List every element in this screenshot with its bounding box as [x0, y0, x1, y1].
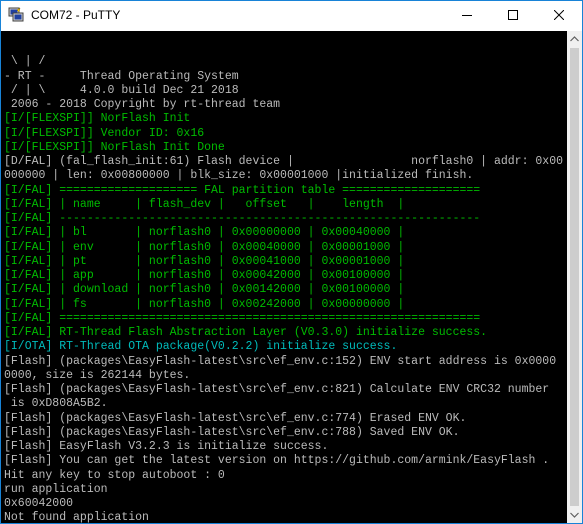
terminal-line: [Flash] (packages\EasyFlash-latest\src\e…: [4, 354, 557, 368]
terminal-line: [I/FAL] | pt | norflash0 | 0x00041000 | …: [4, 254, 405, 268]
terminal-line: [I/FAL] | download | norflash0 | 0x00142…: [4, 283, 405, 297]
terminal-line: [I/FAL] ==================== FAL partiti…: [4, 183, 481, 197]
terminal-area[interactable]: \ | / - RT - Thread Operating System / | …: [1, 31, 567, 523]
maximize-icon: [508, 7, 518, 25]
terminal-line: [Flash] You can get the latest version o…: [4, 454, 550, 468]
terminal-line: 0000, size is 262144 bytes.: [4, 368, 191, 382]
terminal-line: / | \ 4.0.0 build Dec 21 2018: [4, 83, 239, 97]
vertical-scrollbar[interactable]: [567, 31, 582, 523]
terminal-line: Not found application: [4, 511, 149, 523]
terminal-line: [Flash] (packages\EasyFlash-latest\src\e…: [4, 411, 467, 425]
terminal-line: 0x60042000: [4, 497, 74, 510]
terminal-line: [I/[FLEXSPI]] NorFlash Init Done: [4, 140, 225, 154]
putty-window: COM72 - PuTTY \ | / - RT - Thread Operati…: [0, 0, 583, 524]
minimize-icon: [462, 7, 472, 25]
terminal-line: [I/FAL] RT-Thread Flash Abstraction Laye…: [4, 326, 488, 339]
title-bar[interactable]: COM72 - PuTTY: [1, 1, 582, 31]
terminal-line: 000000 | len: 0x00800000 | blk_size: 0x0…: [4, 169, 474, 183]
scrollbar-thumb[interactable]: [570, 48, 579, 506]
terminal-line: [Flash] EasyFlash V3.2.3 is initialize s…: [4, 440, 329, 453]
terminal-line: Hit any key to stop autoboot : 0: [4, 468, 225, 482]
close-button[interactable]: [536, 1, 582, 31]
terminal-line: 2006 - 2018 Copyright by rt-thread team: [4, 98, 281, 111]
terminal-line: is 0xD808A5B2.: [4, 397, 108, 411]
terminal-line: [I/FAL] | bl | norflash0 | 0x00000000 | …: [4, 226, 405, 240]
terminal-line: [D/FAL] (fal_flash_init:61) Flash device…: [4, 155, 563, 168]
terminal-line: run application: [4, 482, 108, 496]
terminal-line: [I/OTA] RT-Thread OTA package(V0.2.2) in…: [4, 340, 398, 354]
terminal-line: - RT - Thread Operating System: [4, 69, 239, 83]
terminal-line: \ | /: [4, 55, 46, 69]
terminal-line: [I/FAL] | app | norflash0 | 0x00042000 |…: [4, 269, 405, 282]
close-icon: [553, 7, 565, 25]
scroll-down-arrow-icon[interactable]: [567, 506, 582, 523]
putty-computer-icon[interactable]: [8, 7, 24, 23]
maximize-button[interactable]: [490, 1, 536, 31]
terminal-line: [I/FAL] | fs | norflash0 | 0x00242000 | …: [4, 297, 405, 311]
terminal-line: [I/[FLEXSPI]] NorFlash Init: [4, 112, 191, 126]
minimize-button[interactable]: [444, 1, 490, 31]
terminal-line: [I/[FLEXSPI]] Vendor ID: 0x16: [4, 126, 205, 140]
terminal-output: \ | / - RT - Thread Operating System / | …: [4, 41, 563, 523]
terminal-line: [I/FAL] --------------------------------…: [4, 212, 481, 225]
terminal-line: [I/FAL] | name | flash_dev | offset | le…: [4, 197, 405, 211]
terminal-line: [I/FAL] ================================…: [4, 311, 481, 325]
scroll-up-arrow-icon[interactable]: [567, 31, 582, 48]
window-title: COM72 - PuTTY: [31, 8, 121, 22]
terminal-line: [Flash] (packages\EasyFlash-latest\src\e…: [4, 383, 550, 396]
terminal-line: [I/FAL] | env | norflash0 | 0x00040000 |…: [4, 240, 405, 254]
terminal-line: [Flash] (packages\EasyFlash-latest\src\e…: [4, 425, 460, 439]
